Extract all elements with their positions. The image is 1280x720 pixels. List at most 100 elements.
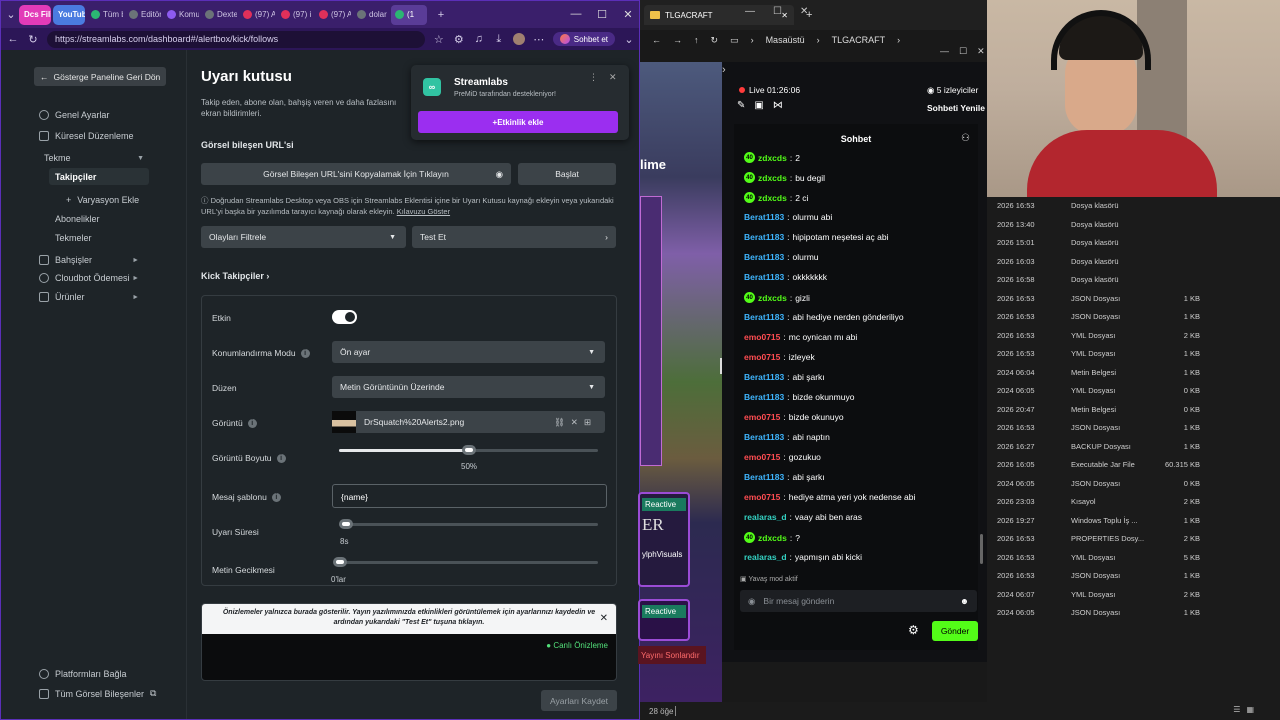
more-icon[interactable]: ⋮: [589, 72, 598, 83]
browser-tab[interactable]: (1: [391, 4, 427, 25]
forward-icon[interactable]: →: [673, 35, 682, 45]
minimize-icon[interactable]: —: [563, 8, 589, 21]
sidebar-item-subscriptions[interactable]: Abonelikler: [55, 214, 100, 224]
maximize-icon[interactable]: ☐: [589, 8, 615, 21]
file-row[interactable]: 2026 16:53 JSON Dosyası 1 KB: [987, 308, 1280, 326]
chat-input[interactable]: ◉ Bir mesaj gönderin ☻: [740, 590, 977, 612]
reload-icon[interactable]: ↻: [27, 33, 39, 46]
layout-select[interactable]: Metin Görüntünün Üzerinde ▼: [332, 376, 605, 398]
reload-icon[interactable]: ↻: [711, 35, 719, 46]
more-icon[interactable]: ⋯: [533, 33, 545, 46]
file-row[interactable]: 2026 16:27 BACKUP Dosyası 1 KB: [987, 438, 1280, 456]
chat-scrollbar[interactable]: [980, 534, 983, 564]
breadcrumb-item[interactable]: Masaüstü: [766, 35, 805, 45]
file-row[interactable]: 2026 16:53 YML Dosyası 2 KB: [987, 327, 1280, 345]
sidebar-item-add-variation[interactable]: + Varyasyon Ekle: [66, 195, 139, 205]
file-row[interactable]: 2024 06:05 JSON Dosyası 0 KB: [987, 475, 1280, 493]
close-icon[interactable]: ✕: [600, 613, 608, 624]
file-row[interactable]: 2026 16:03 Dosya klasörü: [987, 253, 1280, 271]
add-event-button[interactable]: + Etkinlik ekle: [418, 111, 618, 133]
file-row[interactable]: 2026 15:01 Dosya klasörü: [987, 234, 1280, 252]
file-row[interactable]: 2026 16:53 Dosya klasörü: [987, 197, 1280, 215]
gear-icon[interactable]: ⚙: [908, 623, 919, 637]
file-row[interactable]: 2024 06:04 Metin Belgesi 1 KB: [987, 364, 1280, 382]
breadcrumb-item[interactable]: TLGACRAFT: [832, 35, 886, 45]
close-icon[interactable]: ✕: [615, 8, 639, 21]
sidebar-item-products[interactable]: Ürünler ►: [39, 292, 139, 302]
chat-username[interactable]: emo0715: [744, 352, 780, 362]
chat-username[interactable]: Berat1183: [744, 472, 784, 482]
sidebar-item-followers[interactable]: Takipçiler: [55, 172, 96, 182]
send-button[interactable]: Gönder: [932, 621, 978, 641]
browser-tab[interactable]: Tüm b: [87, 5, 123, 25]
chat-username[interactable]: zdxcds: [758, 193, 787, 203]
chat-username[interactable]: zdxcds: [758, 533, 787, 543]
file-row[interactable]: 2026 16:53 JSON Dosyası 1 KB: [987, 567, 1280, 585]
end-stream-button[interactable]: Yayını Sonlandır: [638, 646, 706, 664]
chat-username[interactable]: Berat1183: [744, 212, 784, 222]
save-settings-button[interactable]: Ayarları Kaydet: [541, 690, 617, 711]
text-delay-slider[interactable]: [333, 557, 598, 567]
guide-link[interactable]: Kılavuzu Göster: [397, 207, 450, 216]
chat-button[interactable]: Sohbet et: [552, 32, 615, 46]
back-to-dashboard-button[interactable]: ← Gösterge Paneline Geri Dön: [34, 67, 166, 86]
chat-username[interactable]: emo0715: [744, 332, 780, 342]
sidebar-item-general[interactable]: Genel Ayarlar: [39, 110, 109, 120]
slider-handle[interactable]: [461, 445, 476, 455]
chat-username[interactable]: emo0715: [744, 452, 780, 462]
chevron-right-icon[interactable]: ›: [722, 64, 726, 76]
browser-tab[interactable]: Komut: [163, 5, 199, 25]
emoji-icon[interactable]: ☻: [960, 596, 969, 606]
refresh-chat-button[interactable]: Sohbeti Yenile: [927, 103, 985, 113]
extension-icon[interactable]: ⚙: [453, 33, 465, 46]
browser-tab[interactable]: Dexte: [201, 5, 237, 25]
chat-username[interactable]: Berat1183: [744, 372, 784, 382]
chat-username[interactable]: Berat1183: [744, 392, 784, 402]
close-icon[interactable]: ✕: [609, 72, 617, 83]
file-row[interactable]: 2026 23:03 Kısayol 2 KB: [987, 493, 1280, 511]
sidebar-item-cloudbot[interactable]: Cloudbot Ödemesi ►: [39, 273, 139, 283]
alert-duration-slider[interactable]: [339, 519, 598, 529]
browser-tab[interactable]: (97) A: [315, 5, 351, 25]
sidebar-item-tips[interactable]: Bahşişler ►: [39, 255, 139, 265]
sidebar-item-connect-platforms[interactable]: Platformları Bağla: [39, 669, 127, 679]
chat-username[interactable]: Berat1183: [744, 232, 784, 242]
chat-username[interactable]: realaras_d: [744, 552, 787, 562]
browser-tab[interactable]: (97) A: [239, 5, 275, 25]
file-row[interactable]: 2026 13:40 Dosya klasörü: [987, 216, 1280, 234]
file-row[interactable]: 2026 16:53 PROPERTIES Dosy... 2 KB: [987, 530, 1280, 548]
slider-handle[interactable]: [333, 557, 347, 567]
browser-tab[interactable]: Dcs Fili: [19, 4, 51, 25]
user-settings-icon[interactable]: ⚇: [961, 133, 970, 144]
chevron-down-icon[interactable]: ⌄: [623, 33, 635, 46]
file-row[interactable]: 2026 16:53 JSON Dosyası 1 KB: [987, 290, 1280, 308]
image-field[interactable]: DrSquatch%20Alerts2.png ⛓✕⊞: [332, 411, 605, 433]
file-row[interactable]: 2024 06:05 JSON Dosyası 1 KB: [987, 604, 1280, 622]
enabled-toggle[interactable]: [332, 310, 357, 324]
chat-username[interactable]: emo0715: [744, 412, 780, 422]
chat-username[interactable]: zdxcds: [758, 293, 787, 303]
back-icon[interactable]: ←: [652, 35, 661, 45]
chevron-down-icon[interactable]: ⌄: [5, 8, 17, 21]
chat-username[interactable]: Berat1183: [744, 312, 784, 322]
image-size-slider[interactable]: [339, 445, 598, 455]
browser-tab[interactable]: Editör: [125, 5, 161, 25]
start-button[interactable]: Başlat: [518, 163, 616, 185]
chat-username[interactable]: zdxcds: [758, 153, 787, 163]
eye-icon[interactable]: ◉: [496, 169, 503, 180]
image-actions[interactable]: ⛓✕⊞: [554, 417, 597, 428]
test-button[interactable]: Test Et ›: [412, 226, 616, 248]
file-row[interactable]: 2026 16:53 YML Dosyası 5 KB: [987, 549, 1280, 567]
file-row[interactable]: 2026 16:53 YML Dosyası 1 KB: [987, 345, 1280, 363]
file-row[interactable]: 2026 16:05 Executable Jar File 60.315 KB: [987, 456, 1280, 474]
file-row[interactable]: 2026 16:58 Dosya klasörü: [987, 271, 1280, 289]
file-row[interactable]: 2024 06:07 YML Dosyası 2 KB: [987, 586, 1280, 604]
view-toggle-icons[interactable]: ☰▦: [1233, 705, 1260, 714]
sidebar-item-kicks[interactable]: Tekmeler: [55, 233, 92, 243]
file-row[interactable]: 2026 19:27 Windows Toplu İş ... 1 KB: [987, 512, 1280, 530]
file-row[interactable]: 2024 06:05 YML Dosyası 0 KB: [987, 382, 1280, 400]
sidebar-item-kick[interactable]: Tekme ▼: [44, 153, 144, 163]
new-tab-button[interactable]: +: [435, 9, 447, 21]
sticker-icon[interactable]: ◉: [748, 596, 755, 607]
file-row[interactable]: 2026 20:47 Metin Belgesi 0 KB: [987, 401, 1280, 419]
